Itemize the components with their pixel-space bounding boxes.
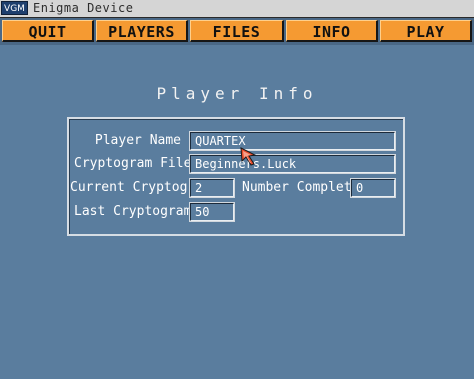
cryptogram-file-field[interactable]: Beginners.Luck bbox=[189, 154, 396, 174]
mouse-pointer-icon bbox=[240, 147, 257, 166]
player-name-field[interactable]: QUARTEX bbox=[189, 131, 396, 151]
current-cryptogram-field[interactable]: 2 bbox=[189, 178, 235, 198]
cryptogram-file-label: Cryptogram File bbox=[74, 156, 192, 171]
number-completed-field[interactable]: 0 bbox=[350, 178, 396, 198]
title-bar: VGM Enigma Device bbox=[0, 0, 474, 18]
info-button[interactable]: INFO bbox=[286, 20, 378, 42]
files-button[interactable]: FILES bbox=[190, 20, 284, 42]
window-title: Enigma Device bbox=[33, 1, 134, 15]
current-cryptogram-label: Current Cryptogram bbox=[70, 180, 211, 195]
last-cryptogram-field[interactable]: 50 bbox=[189, 202, 235, 222]
players-button[interactable]: PLAYERS bbox=[96, 20, 188, 42]
menu-bar: QUIT PLAYERS FILES INFO PLAY bbox=[0, 18, 474, 45]
app-badge: VGM bbox=[1, 1, 28, 15]
quit-button[interactable]: QUIT bbox=[2, 20, 94, 42]
panel-title: Player Info bbox=[156, 84, 318, 103]
number-completed-label: Number Completed bbox=[242, 180, 368, 195]
player-name-label: Player Name bbox=[94, 133, 181, 148]
last-cryptogram-label: Last Cryptogram bbox=[74, 204, 192, 219]
play-button[interactable]: PLAY bbox=[380, 20, 472, 42]
